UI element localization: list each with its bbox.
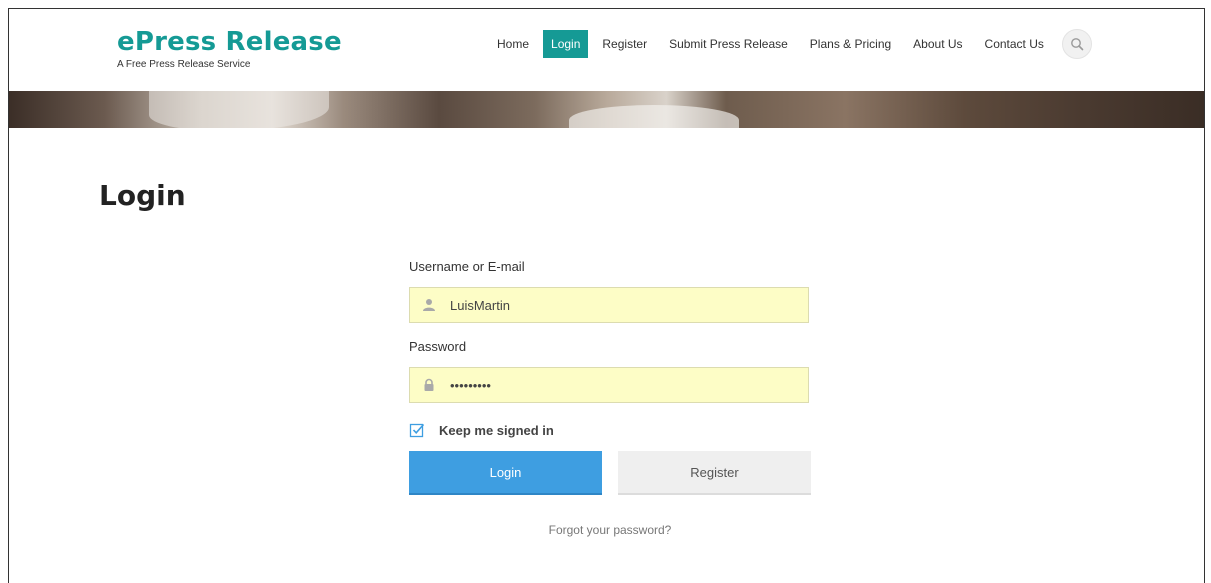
nav-item-submit-press-release[interactable]: Submit Press Release: [661, 30, 796, 58]
browser-frame: ePress Release A Free Press Release Serv…: [8, 8, 1205, 583]
site-title[interactable]: ePress Release: [117, 27, 342, 57]
site-header: ePress Release A Free Press Release Serv…: [9, 9, 1204, 91]
search-button[interactable]: [1061, 29, 1092, 59]
banner-highlight: [149, 91, 329, 128]
username-field[interactable]: LuisMartin: [409, 287, 809, 323]
password-label: Password: [409, 339, 467, 354]
main-nav: Home Login Register Submit Press Release…: [489, 29, 1092, 59]
search-icon: [1070, 38, 1084, 51]
nav-item-home[interactable]: Home: [489, 30, 537, 58]
nav-item-about-us[interactable]: About Us: [905, 30, 970, 58]
form-actions: Login Register: [409, 451, 811, 495]
site-logo[interactable]: ePress Release A Free Press Release Serv…: [117, 27, 342, 70]
login-form: Username or E-mail LuisMartin Password •…: [409, 257, 811, 537]
forgot-password-link[interactable]: Forgot your password?: [409, 523, 811, 537]
password-field[interactable]: •••••••••: [409, 367, 809, 403]
username-value: LuisMartin: [450, 297, 510, 313]
register-button[interactable]: Register: [618, 451, 811, 495]
remember-me-label[interactable]: Keep me signed in: [439, 423, 554, 438]
password-value: •••••••••: [450, 377, 491, 393]
lock-icon: [422, 378, 436, 392]
site-tagline: A Free Press Release Service: [117, 59, 251, 70]
nav-item-register[interactable]: Register: [594, 30, 655, 58]
remember-me[interactable]: Keep me signed in: [409, 419, 811, 441]
username-label: Username or E-mail: [409, 259, 525, 274]
login-button[interactable]: Login: [409, 451, 602, 495]
nav-item-contact-us[interactable]: Contact Us: [977, 30, 1052, 58]
nav-item-plans-pricing[interactable]: Plans & Pricing: [802, 30, 899, 58]
banner-highlight: [569, 105, 739, 128]
user-icon: [422, 298, 436, 312]
checkbox-checked-icon[interactable]: [409, 422, 425, 438]
page-title: Login: [99, 179, 186, 212]
header-banner-image: [9, 91, 1204, 128]
nav-item-login[interactable]: Login: [543, 30, 589, 58]
